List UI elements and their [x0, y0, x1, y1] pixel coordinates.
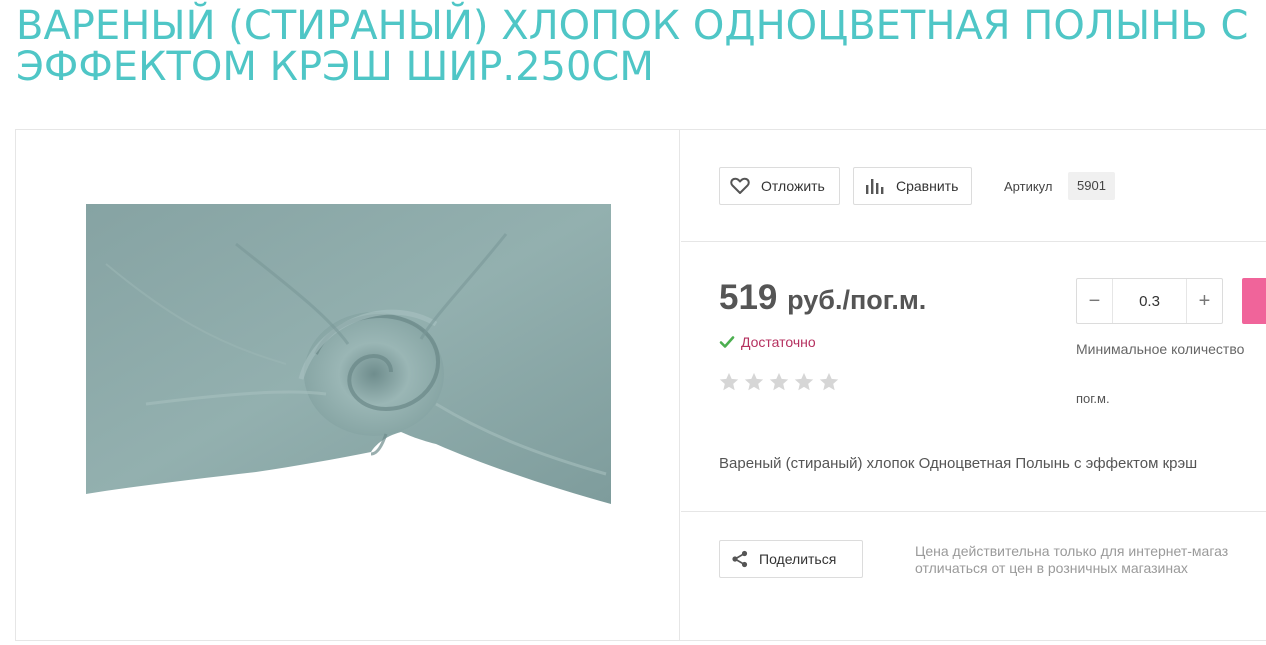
price: 519 руб./пог.м.	[719, 278, 926, 318]
product-page: ВАРЕНЫЙ (СТИРАНЫЙ) ХЛОПОК ОДНОЦВЕТНАЯ ПО…	[0, 0, 1266, 645]
save-button[interactable]: Отложить	[719, 167, 840, 205]
price-unit: руб./пог.м.	[787, 285, 927, 315]
quantity-decrease-button[interactable]: −	[1077, 279, 1113, 323]
stock-status: Достаточно	[719, 334, 816, 350]
check-icon	[719, 334, 735, 350]
quantity-stepper: − 0.3 +	[1076, 278, 1223, 324]
minimum-quantity-label: Минимальное количество	[1076, 341, 1245, 357]
page-title: ВАРЕНЫЙ (СТИРАНЫЙ) ХЛОПОК ОДНОЦВЕТНАЯ ПО…	[16, 3, 1249, 90]
compare-button[interactable]: Сравнить	[853, 167, 972, 205]
divider	[681, 511, 1266, 512]
price-disclaimer: Цена действительна только для интернет-м…	[915, 543, 1266, 577]
product-image[interactable]	[86, 204, 611, 554]
bar-chart-icon	[864, 175, 886, 197]
quantity-input[interactable]: 0.3	[1113, 279, 1186, 323]
quantity-increase-button[interactable]: +	[1186, 279, 1222, 323]
quantity-unit: пог.м.	[1076, 391, 1110, 406]
divider	[681, 241, 1266, 242]
price-amount: 519	[719, 278, 778, 317]
sku-value: 5901	[1068, 172, 1115, 200]
compare-button-label: Сравнить	[896, 178, 959, 194]
rating-stars[interactable]	[718, 371, 840, 393]
star-icon[interactable]	[718, 371, 740, 393]
product-description: Вареный (стираный) хлопок Одноцветная По…	[719, 455, 1198, 472]
fabric-photo	[86, 204, 611, 554]
stock-status-text: Достаточно	[741, 334, 816, 350]
sku-label: Артикул	[1004, 179, 1053, 194]
star-icon[interactable]	[768, 371, 790, 393]
star-icon[interactable]	[818, 371, 840, 393]
add-to-cart-button[interactable]	[1242, 278, 1266, 324]
star-icon[interactable]	[743, 371, 765, 393]
share-button[interactable]: Поделиться	[719, 540, 863, 578]
product-image-pane	[16, 130, 680, 640]
star-icon[interactable]	[793, 371, 815, 393]
heart-icon	[729, 175, 751, 197]
save-button-label: Отложить	[761, 178, 825, 194]
product-card: Отложить Сравнить Артикул 5901 519 руб./…	[15, 129, 1266, 641]
price-disclaimer-line: Цена действительна только для интернет-м…	[915, 543, 1229, 559]
product-info-pane: Отложить Сравнить Артикул 5901 519 руб./…	[681, 130, 1266, 640]
price-disclaimer-line: отличаться от цен в розничных магазинах	[915, 560, 1188, 576]
share-icon	[731, 550, 749, 568]
share-button-label: Поделиться	[759, 551, 837, 567]
